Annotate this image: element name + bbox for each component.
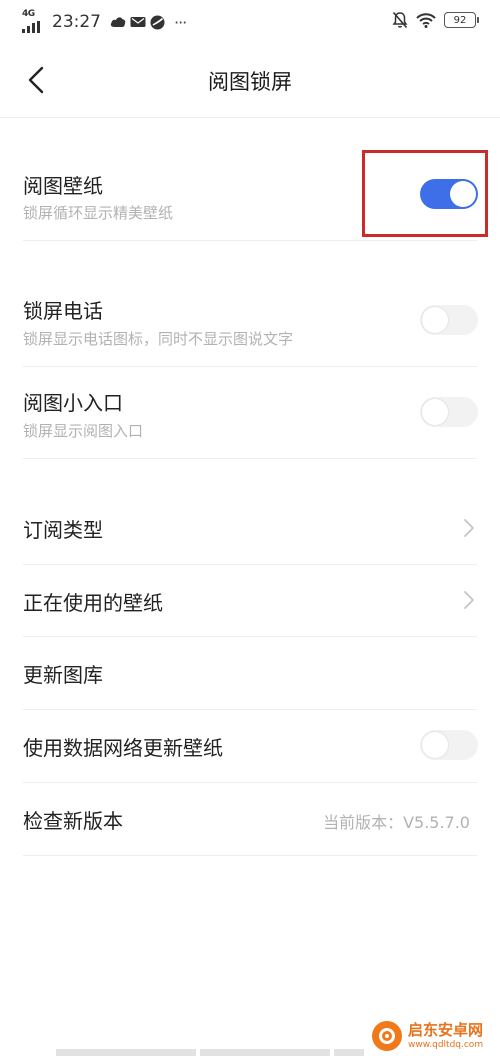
status-right: 92 bbox=[392, 11, 479, 29]
signal-icon bbox=[22, 21, 40, 33]
setting-row-subscribe-type[interactable]: 订阅类型 bbox=[0, 492, 500, 564]
setting-row-update-gallery[interactable]: 更新图库 bbox=[0, 637, 500, 709]
status-left: 4G 23:27 ··· bbox=[22, 9, 187, 35]
watermark-text: 启东安卓网 www.qdltdq.com bbox=[408, 1020, 484, 1050]
setting-title: 更新图库 bbox=[23, 663, 103, 687]
more-notifications-icon: ··· bbox=[174, 12, 187, 32]
setting-title: 正在使用的壁纸 bbox=[23, 591, 163, 615]
strip-segment bbox=[200, 1049, 330, 1056]
message-icon bbox=[130, 17, 146, 27]
network-indicator: 4G bbox=[22, 9, 44, 34]
watermark-name: 启东安卓网 bbox=[408, 1020, 484, 1039]
cloud-icon bbox=[110, 17, 126, 27]
watermark-logo-icon bbox=[372, 1021, 402, 1051]
nav-bar: 阅图锁屏 bbox=[0, 44, 500, 118]
strip-segment bbox=[56, 1049, 196, 1056]
status-time: 23:27 bbox=[52, 12, 101, 32]
setting-title: 订阅类型 bbox=[23, 518, 103, 542]
current-version-text: 当前版本：V5.5.7.0 bbox=[323, 813, 470, 832]
chevron-right-icon bbox=[464, 519, 474, 537]
divider bbox=[23, 366, 477, 367]
divider bbox=[23, 458, 477, 459]
divider bbox=[23, 855, 477, 856]
setting-row-small-entry[interactable]: 阅图小入口 锁屏显示阅图入口 bbox=[0, 382, 500, 454]
status-bar: 4G 23:27 ··· 92 bbox=[0, 0, 500, 44]
setting-title: 检查新版本 bbox=[23, 809, 123, 833]
watermark-url: www.qdltdq.com bbox=[408, 1039, 484, 1050]
lock-phone-toggle[interactable] bbox=[420, 305, 478, 335]
setting-subtitle: 锁屏显示电话图标，同时不显示图说文字 bbox=[23, 330, 294, 348]
setting-subtitle: 锁屏显示阅图入口 bbox=[23, 422, 144, 440]
notification-icons bbox=[110, 15, 165, 30]
setting-title: 锁屏电话 bbox=[23, 299, 103, 323]
setting-title: 使用数据网络更新壁纸 bbox=[23, 736, 223, 760]
watermark: 启东安卓网 www.qdltdq.com bbox=[372, 1016, 483, 1056]
setting-row-check-version[interactable]: 检查新版本 当前版本：V5.5.7.0 bbox=[0, 783, 500, 855]
battery-level: 92 bbox=[453, 14, 467, 26]
setting-subtitle: 锁屏循环显示精美壁纸 bbox=[23, 204, 174, 222]
toggle-knob bbox=[422, 732, 448, 758]
highlight-box bbox=[362, 150, 488, 237]
setting-row-mobile-data-update[interactable]: 使用数据网络更新壁纸 bbox=[0, 710, 500, 782]
small-entry-toggle[interactable] bbox=[420, 397, 478, 427]
toggle-knob bbox=[422, 399, 448, 425]
setting-title: 阅图小入口 bbox=[23, 391, 123, 415]
page-title: 阅图锁屏 bbox=[208, 70, 292, 94]
strip-segment bbox=[334, 1049, 364, 1056]
setting-title: 阅图壁纸 bbox=[23, 174, 103, 198]
app-icon bbox=[150, 15, 165, 29]
chevron-right-icon bbox=[464, 591, 474, 609]
toggle-knob bbox=[422, 307, 448, 333]
mobile-data-toggle[interactable] bbox=[420, 730, 478, 760]
network-type-label: 4G bbox=[22, 9, 35, 19]
wifi-icon bbox=[416, 12, 436, 28]
divider bbox=[23, 240, 477, 241]
setting-row-lock-phone[interactable]: 锁屏电话 锁屏显示电话图标，同时不显示图说文字 bbox=[0, 290, 500, 362]
mute-bell-icon bbox=[392, 11, 408, 29]
setting-row-current-wallpaper[interactable]: 正在使用的壁纸 bbox=[0, 565, 500, 637]
battery-icon: 92 bbox=[444, 12, 479, 28]
